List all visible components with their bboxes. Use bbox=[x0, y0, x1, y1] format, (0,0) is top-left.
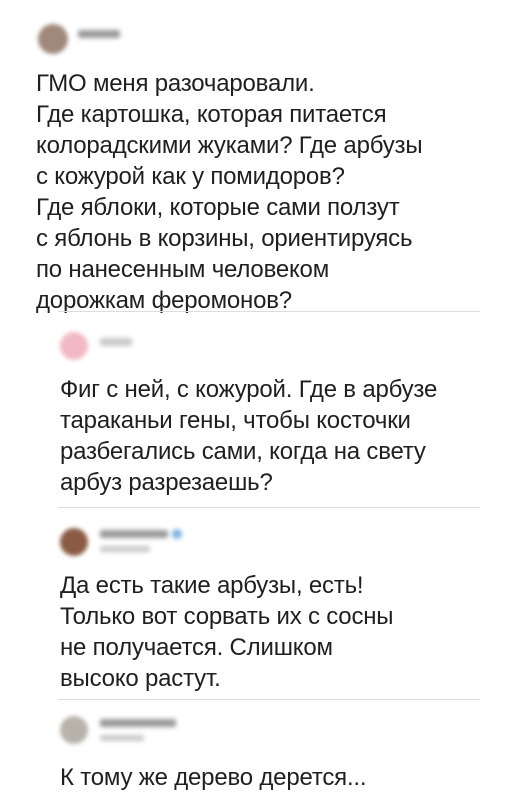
post-text: Да есть такие арбузы, есть! Только вот с… bbox=[60, 572, 394, 692]
avatar[interactable] bbox=[60, 716, 88, 744]
divider bbox=[58, 507, 480, 508]
avatar[interactable] bbox=[38, 24, 68, 54]
author-name-blurred[interactable] bbox=[100, 338, 132, 346]
author-name-blurred[interactable] bbox=[78, 30, 120, 38]
post-text: ГМО меня разочаровали. Где картошка, кот… bbox=[36, 70, 423, 314]
author-meta-blurred bbox=[100, 735, 144, 741]
author-name-blurred[interactable] bbox=[100, 719, 176, 727]
divider bbox=[58, 699, 480, 700]
author-name-blurred[interactable] bbox=[100, 530, 168, 538]
divider bbox=[58, 311, 480, 312]
post-text: К тому же дерево дерется... bbox=[60, 764, 367, 791]
author-meta-blurred bbox=[100, 546, 150, 552]
post-text: Фиг с ней, с кожурой. Где в арбузе тарак… bbox=[60, 376, 438, 496]
verified-icon bbox=[172, 529, 182, 539]
avatar[interactable] bbox=[60, 332, 88, 360]
avatar[interactable] bbox=[60, 528, 88, 556]
